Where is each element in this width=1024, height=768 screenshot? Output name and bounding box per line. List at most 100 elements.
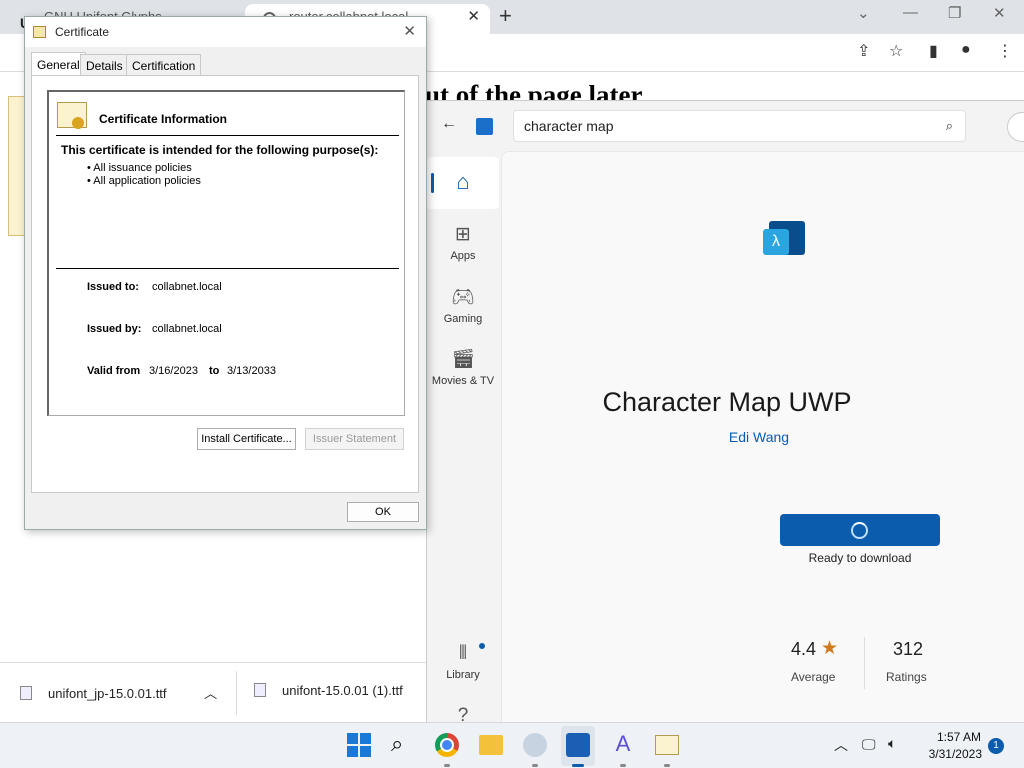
valid-from-label: Valid from xyxy=(87,365,141,377)
divider xyxy=(56,135,399,136)
apps-grid-icon: ⊞ xyxy=(455,224,471,245)
font-file-icon xyxy=(20,686,32,700)
new-tab-button[interactable]: + xyxy=(499,4,512,28)
bookmark-star-icon[interactable]: ☆ xyxy=(889,41,903,61)
update-dot xyxy=(479,643,485,649)
lambda-icon: λ xyxy=(763,229,789,255)
average-label: Average xyxy=(791,670,836,684)
ok-button[interactable]: OK xyxy=(347,502,419,522)
purpose-item: • All issuance policies xyxy=(87,162,192,174)
search-input[interactable]: character map ⌕ xyxy=(513,110,966,142)
notification-badge[interactable]: 1 xyxy=(988,738,1004,754)
app-title: Character Map UWP xyxy=(602,387,852,417)
selection-indicator xyxy=(431,173,434,193)
issued-to-label: Issued to: xyxy=(87,281,139,293)
clock-time[interactable]: 1:57 AM xyxy=(921,730,981,744)
install-progress-button[interactable] xyxy=(780,514,940,546)
help-icon[interactable]: ? xyxy=(427,705,499,722)
install-certificate-button[interactable]: Install Certificate... xyxy=(197,428,296,450)
active-indicator xyxy=(572,764,584,767)
loading-spinner-icon xyxy=(851,522,868,539)
gamepad-icon: 🎮︎ xyxy=(450,287,476,308)
sidebar-item-gaming[interactable]: 🎮︎ Gaming xyxy=(427,285,499,325)
purpose-heading: This certificate is intended for the fol… xyxy=(61,143,379,157)
issuer-statement-button[interactable]: Issuer Statement xyxy=(305,428,404,450)
search-icon[interactable]: ⌕ xyxy=(391,733,415,757)
dialog-title-bar[interactable]: Certificate ✕ xyxy=(25,17,426,47)
tab-certification-path[interactable]: Certification Path xyxy=(126,54,202,87)
restore-button[interactable]: ❐ xyxy=(948,4,961,22)
home-icon: ⌂ xyxy=(456,169,470,194)
tab-general[interactable]: General xyxy=(31,52,86,76)
issued-by-label: Issued by: xyxy=(87,323,142,335)
font-file-icon xyxy=(254,683,266,697)
divider xyxy=(864,637,865,689)
download-status: Ready to download xyxy=(808,551,912,565)
tab-details[interactable]: Details xyxy=(80,54,129,76)
clapperboard-icon: 🎬︎ xyxy=(450,349,476,370)
chevron-up-icon[interactable]: ︿ xyxy=(834,735,848,755)
share-icon[interactable]: ⇪ xyxy=(857,41,870,61)
certificate-dialog: Certificate ✕ General Details Certificat… xyxy=(24,16,427,530)
purpose-item: • All application policies xyxy=(87,175,201,187)
sidebar-item-home[interactable]: ⌂ xyxy=(427,157,499,209)
search-icon[interactable]: ⌕ xyxy=(946,111,953,141)
certificate-info-box: Certificate Information This certificate… xyxy=(47,90,405,416)
download-shelf: unifont_jp-15.0.01.ttf ︿ unifont-15.0.01… xyxy=(0,662,430,722)
running-indicator xyxy=(532,764,538,767)
sidebar-item-label: Library xyxy=(446,669,480,681)
profile-icon[interactable]: ● xyxy=(961,41,971,59)
divider xyxy=(56,268,399,269)
sidebar-item-label: Apps xyxy=(450,250,476,262)
divider xyxy=(236,671,237,715)
developer-link[interactable]: Edi Wang xyxy=(659,429,859,445)
file-explorer-icon[interactable] xyxy=(479,735,503,755)
ratings-label: Ratings xyxy=(886,670,927,684)
sidebar-item-apps[interactable]: ⊞ Apps xyxy=(427,223,499,262)
ratings-count[interactable]: 312 xyxy=(893,639,923,660)
valid-from-value: 3/16/2023 xyxy=(149,365,198,377)
issued-by-value: collabnet.local xyxy=(152,323,222,335)
certificate-icon[interactable] xyxy=(655,735,679,755)
sidebar-item-library[interactable]: ⫴ Library xyxy=(427,643,499,681)
account-icon[interactable] xyxy=(1007,112,1024,142)
menu-kebab-icon[interactable]: ⋮ xyxy=(997,41,1013,61)
character-map-app-icon: λ xyxy=(763,221,805,259)
side-panel-icon[interactable]: ▮ xyxy=(929,41,938,61)
tab-close-icon[interactable]: ✕ xyxy=(467,4,480,30)
certificate-icon xyxy=(33,26,46,38)
windows-start-icon[interactable] xyxy=(347,733,371,757)
store-logo-icon xyxy=(476,118,493,135)
character-app-icon[interactable]: A xyxy=(611,733,635,757)
microsoft-store-icon[interactable] xyxy=(566,733,590,757)
star-icon: ★ xyxy=(821,638,839,659)
app-icon[interactable] xyxy=(523,733,547,757)
chevron-up-icon[interactable]: ︿ xyxy=(204,686,217,701)
sidebar-item-movies[interactable]: 🎬︎ Movies & TV xyxy=(427,347,499,387)
download-item[interactable]: unifont-15.0.01 (1).ttf xyxy=(254,683,403,698)
running-indicator xyxy=(664,764,670,767)
back-arrow-icon[interactable]: ← xyxy=(441,115,457,133)
valid-to-label: to xyxy=(209,365,220,377)
download-filename: unifont-15.0.01 (1).ttf xyxy=(282,683,403,698)
download-item[interactable]: unifont_jp-15.0.01.ttf ︿ xyxy=(20,683,217,702)
network-icon[interactable]: 🖵︎ xyxy=(862,736,876,753)
close-icon[interactable]: ✕ xyxy=(403,22,416,40)
taskbar: ⌕ A ︿ 🖵︎ 🔈︎ 1:57 AM 3/31/2023 1 xyxy=(0,722,1024,768)
minimize-button[interactable]: — xyxy=(903,4,918,21)
certificate-seal-icon xyxy=(57,102,87,129)
running-indicator xyxy=(620,764,626,767)
search-value: character map xyxy=(524,118,614,134)
certificate-heading: Certificate Information xyxy=(99,112,228,126)
chrome-icon[interactable] xyxy=(435,733,459,757)
running-indicator xyxy=(444,764,450,767)
dialog-title: Certificate xyxy=(55,25,110,39)
clock-date[interactable]: 3/31/2023 xyxy=(916,747,982,761)
volume-icon[interactable]: 🔈︎ xyxy=(888,735,896,752)
close-window-button[interactable]: ✕ xyxy=(993,4,1006,22)
valid-to-value: 3/13/2033 xyxy=(227,365,276,377)
tab-search-chevron-icon[interactable]: ⌄ xyxy=(857,4,870,22)
average-rating: 4.4 xyxy=(791,639,817,659)
sidebar-item-label: Gaming xyxy=(443,313,483,325)
sidebar-item-label: Movies & TV xyxy=(431,375,495,387)
